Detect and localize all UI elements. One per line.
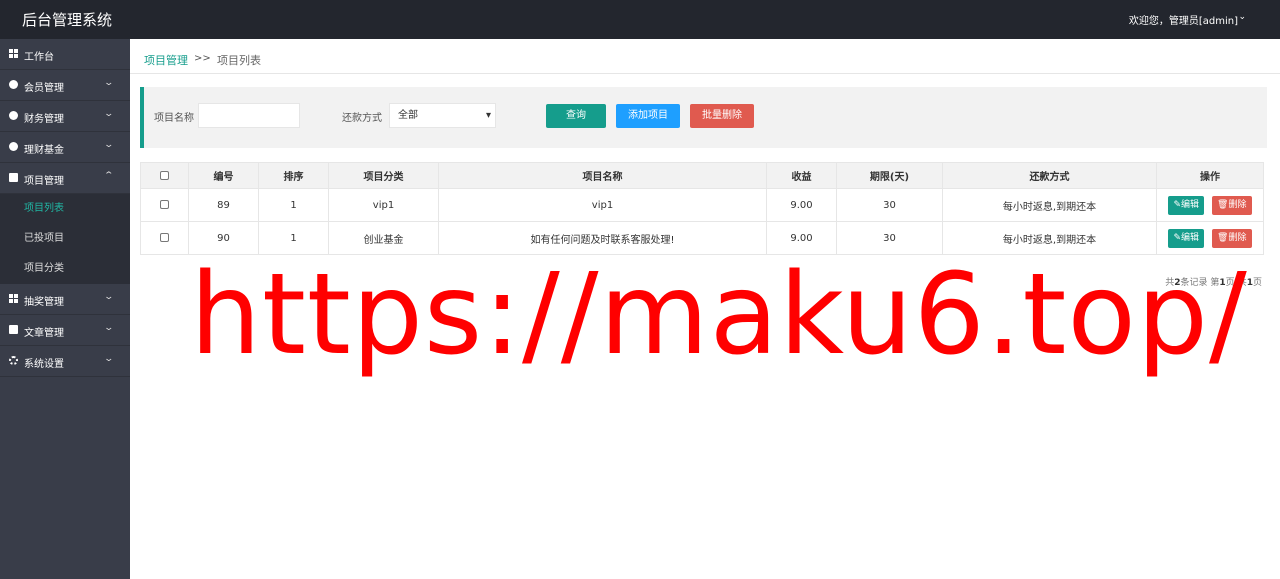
- col-header: 操作: [1156, 162, 1264, 189]
- chevron-down-icon: ⌄: [103, 292, 115, 302]
- add-project-button[interactable]: 添加项目: [616, 104, 680, 128]
- cell-sort: 1: [258, 188, 329, 222]
- col-header: 项目名称: [438, 162, 767, 189]
- sidebar-item-fund[interactable]: 理财基金 ⌄: [0, 132, 130, 163]
- row-select-cell: [140, 188, 189, 222]
- col-header: 项目分类: [328, 162, 439, 189]
- col-header: 编号: [188, 162, 259, 189]
- lottery-icon: [9, 294, 18, 303]
- sidebar-item-dashboard[interactable]: 工作台: [0, 39, 130, 70]
- top-bar: 后台管理系统 欢迎您，管理员[admin] ⌄: [0, 0, 1280, 39]
- sidebar-subitem-category[interactable]: 项目分类: [0, 254, 130, 284]
- chevron-down-icon: ⌄: [103, 354, 115, 364]
- user-menu[interactable]: 欢迎您，管理员[admin]: [1129, 12, 1238, 27]
- sidebar-item-label: 文章管理: [24, 328, 64, 339]
- gear-icon: [9, 356, 18, 365]
- sidebar-item-projects[interactable]: 项目管理 ⌃: [0, 163, 130, 194]
- col-header: 还款方式: [942, 162, 1157, 189]
- sidebar-item-label: 项目管理: [24, 176, 64, 187]
- sidebar-item-label: 抽奖管理: [24, 297, 64, 308]
- trash-icon: 🗑: [1217, 232, 1229, 243]
- sidebar-item-label: 理财基金: [24, 145, 64, 156]
- select-all-checkbox[interactable]: [160, 170, 169, 180]
- cell-category: vip1: [328, 188, 439, 222]
- batch-delete-button[interactable]: 批量删除: [690, 104, 754, 128]
- sidebar: 工作台 会员管理 ⌄ 财务管理 ⌄ 理财基金 ⌄ 项目管理 ⌃ 项目列表 已投项…: [0, 39, 130, 579]
- table-header-row: 编号 排序 项目分类 项目名称 收益 期限(天) 还款方式 操作: [140, 162, 1264, 189]
- trash-icon: 🗑: [1217, 199, 1229, 210]
- cell-name: vip1: [438, 188, 767, 222]
- breadcrumb-separator: >>: [194, 53, 211, 64]
- breadcrumb-current: 项目列表: [217, 54, 261, 67]
- sidebar-item-settings[interactable]: 系统设置 ⌄: [0, 346, 130, 377]
- edit-icon: ✎: [1173, 232, 1182, 243]
- col-header: 期限(天): [836, 162, 943, 189]
- finance-icon: [9, 111, 18, 120]
- project-table: 编号 排序 项目分类 项目名称 收益 期限(天) 还款方式 操作 89 1 vi…: [140, 162, 1264, 255]
- edit-label: 编辑: [1181, 232, 1200, 243]
- breadcrumb-parent[interactable]: 项目管理: [144, 52, 188, 68]
- filter-bar: 项目名称 还款方式 全部 ▾ 查询 添加项目 批量删除: [140, 87, 1267, 148]
- repay-method-select[interactable]: 全部 ▾: [389, 103, 496, 128]
- sidebar-item-articles[interactable]: 文章管理 ⌄: [0, 315, 130, 346]
- delete-button[interactable]: 🗑删除: [1212, 195, 1252, 215]
- sidebar-item-label: 财务管理: [24, 114, 64, 125]
- row-select-cell: [140, 221, 189, 255]
- cell-actions: ✎编辑 🗑删除: [1156, 188, 1264, 222]
- sidebar-item-members[interactable]: 会员管理 ⌄: [0, 70, 130, 101]
- select-all-cell: [140, 162, 189, 189]
- fund-icon: [9, 142, 18, 151]
- user-icon: [9, 80, 18, 89]
- cell-term: 30: [836, 188, 943, 222]
- cell-yield: 9.00: [766, 188, 837, 222]
- article-icon: [9, 325, 18, 334]
- chevron-down-icon: ⌄: [103, 109, 115, 119]
- chevron-down-icon[interactable]: ⌄: [1238, 12, 1246, 22]
- table-row: 89 1 vip1 vip1 9.00 30 每小时返息,到期还本 ✎编辑 🗑删除: [140, 188, 1264, 222]
- dashboard-icon: [9, 49, 18, 58]
- sidebar-item-label: 工作台: [24, 52, 54, 63]
- project-name-label: 项目名称: [154, 113, 194, 124]
- delete-button[interactable]: 🗑删除: [1212, 228, 1252, 248]
- project-name-input[interactable]: [198, 103, 300, 128]
- breadcrumb: 项目管理 >> 项目列表: [130, 39, 1280, 74]
- col-header: 收益: [766, 162, 837, 189]
- edit-label: 编辑: [1181, 199, 1200, 210]
- sidebar-item-label: 系统设置: [24, 359, 64, 370]
- chevron-up-icon: ⌃: [103, 171, 115, 181]
- repay-method-label: 还款方式: [342, 113, 382, 124]
- app-title: 后台管理系统: [22, 11, 113, 29]
- chevron-down-icon: ⌄: [103, 140, 115, 150]
- delete-label: 删除: [1228, 232, 1247, 243]
- chevron-down-icon: ⌄: [103, 323, 115, 333]
- repay-method-value: 全部: [398, 110, 418, 121]
- cell-id: 89: [188, 188, 259, 222]
- edit-icon: ✎: [1173, 199, 1182, 210]
- pager-text: 页: [1252, 278, 1262, 288]
- sidebar-item-lottery[interactable]: 抽奖管理 ⌄: [0, 284, 130, 315]
- chevron-down-icon: ▾: [485, 110, 491, 121]
- project-icon: [9, 173, 18, 182]
- col-header: 排序: [258, 162, 329, 189]
- sidebar-item-label: 会员管理: [24, 83, 64, 94]
- row-checkbox[interactable]: [160, 233, 169, 242]
- cell-repay: 每小时返息,到期还本: [942, 188, 1157, 222]
- search-button[interactable]: 查询: [546, 104, 606, 128]
- edit-button[interactable]: ✎编辑: [1168, 228, 1205, 248]
- chevron-down-icon: ⌄: [103, 78, 115, 88]
- delete-label: 删除: [1228, 199, 1247, 210]
- sidebar-subitem-project-list[interactable]: 项目列表: [0, 194, 130, 224]
- sidebar-submenu: 项目列表 已投项目 项目分类: [0, 194, 130, 284]
- row-checkbox[interactable]: [160, 200, 169, 209]
- edit-button[interactable]: ✎编辑: [1168, 195, 1205, 215]
- sidebar-subitem-invested[interactable]: 已投项目: [0, 224, 130, 254]
- watermark-url: https://maku6.top/: [190, 250, 1248, 380]
- sidebar-item-finance[interactable]: 财务管理 ⌄: [0, 101, 130, 132]
